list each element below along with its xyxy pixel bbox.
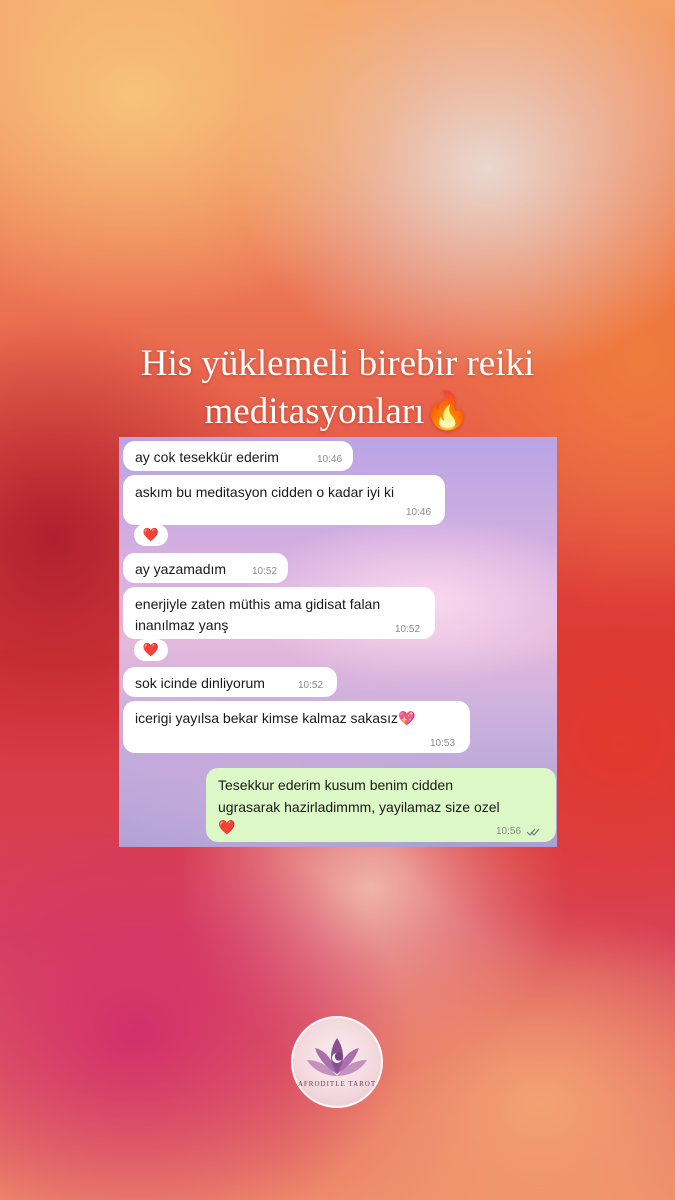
headline-line-1: His yüklemeli birebir reiki	[140, 343, 535, 384]
message-time: 10:52	[252, 566, 278, 577]
lotus-icon	[307, 1038, 367, 1076]
message-text: ay yazamadım	[135, 561, 227, 577]
incoming-message[interactable]: sok icinde dinliyorum 10:52	[123, 667, 337, 697]
message-text-line-1: Tesekkur ederim kusum benim cidden	[218, 777, 453, 793]
message-time: 10:52	[298, 680, 324, 691]
heart-reaction[interactable]: ❤️	[134, 524, 168, 546]
message-text: ay cok tesekkür ederim	[135, 449, 279, 465]
incoming-message[interactable]: icerigi yayılsa bekar kimse kalmaz sakas…	[123, 701, 470, 753]
incoming-message[interactable]: ay cok tesekkür ederim 10:46	[123, 441, 353, 471]
afroditle-tarot-logo: AFRODITLE TAROT	[291, 1016, 383, 1108]
heart-icon: ❤️	[142, 642, 160, 657]
message-text-line-2: ugrasarak hazirladimmm, yayilamaz size o…	[218, 799, 500, 815]
incoming-message[interactable]: enerjiyle zaten müthis ama gidisat falan…	[123, 587, 435, 639]
message-text: askım bu meditasyon cidden o kadar iyi k…	[135, 484, 395, 500]
message-time: 10:53	[430, 738, 456, 749]
headline-line-2-wrap: meditasyonları🔥	[0, 388, 675, 436]
message-time: 10:56	[496, 826, 522, 837]
chat-screenshot: ay cok tesekkür ederim 10:46 askım bu me…	[119, 437, 557, 847]
message-text-line-1: enerjiyle zaten müthis ama gidisat falan	[135, 596, 381, 612]
message-text: icerigi yayılsa bekar kimse kalmaz sakas…	[135, 710, 416, 726]
message-text-line-2: inanılmaz yanş	[135, 617, 229, 633]
heart-icon: ❤️	[218, 819, 236, 835]
message-time: 10:46	[317, 454, 343, 465]
headline-line-2: meditasyonları	[204, 391, 425, 432]
fire-emoji: 🔥	[424, 391, 471, 432]
logo-text: AFRODITLE TAROT	[297, 1080, 377, 1088]
message-time: 10:52	[395, 624, 421, 635]
double-check-icon	[526, 824, 540, 840]
message-text: sok icinde dinliyorum	[135, 675, 265, 691]
heart-icon: ❤️	[142, 527, 160, 542]
heart-reaction[interactable]: ❤️	[134, 639, 168, 661]
message-time: 10:46	[406, 507, 432, 518]
incoming-message[interactable]: askım bu meditasyon cidden o kadar iyi k…	[123, 475, 445, 525]
incoming-message[interactable]: ay yazamadım 10:52	[123, 553, 288, 583]
headline: His yüklemeli birebir reiki meditasyonla…	[0, 340, 675, 436]
outgoing-message[interactable]: Tesekkur ederim kusum benim cidden ugras…	[206, 768, 556, 842]
